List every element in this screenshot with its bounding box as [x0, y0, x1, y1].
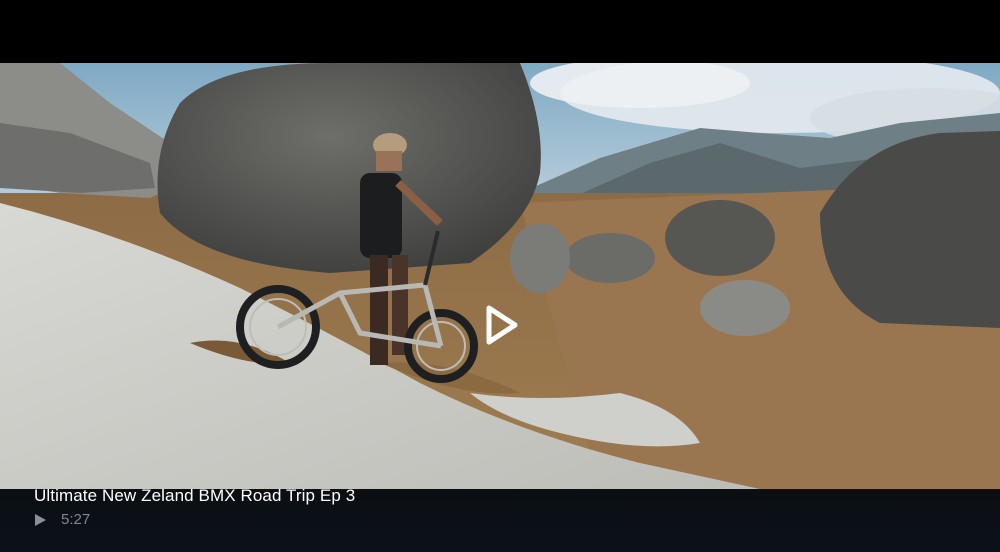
thumbnail-scene — [0, 63, 1000, 489]
play-icon — [486, 305, 518, 345]
video-meta: 5:27 — [34, 510, 90, 530]
video-duration: 5:27 — [61, 511, 91, 528]
letterbox-top — [0, 0, 1000, 63]
play-button[interactable] — [478, 301, 524, 349]
video-title[interactable]: Ultimate New Zeland BMX Road Trip Ep 3 — [34, 485, 355, 507]
video-player[interactable]: Ultimate New Zeland BMX Road Trip Ep 3 5… — [0, 0, 1000, 552]
play-icon — [34, 514, 46, 526]
video-thumbnail[interactable] — [0, 63, 1000, 489]
